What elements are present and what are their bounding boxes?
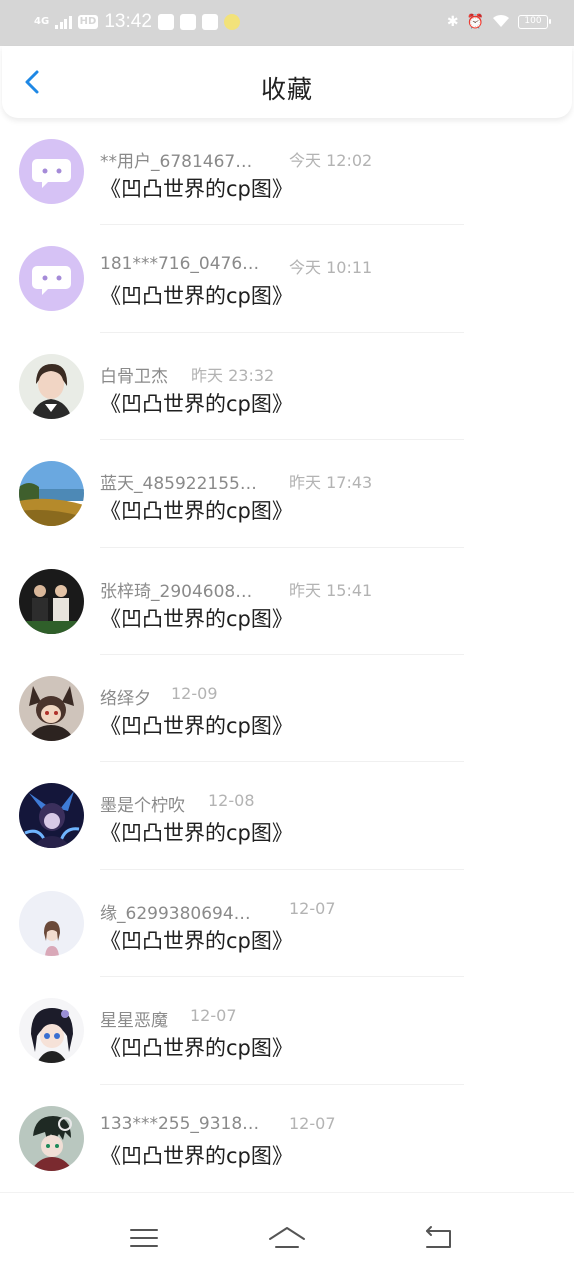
avatar	[19, 246, 84, 312]
clock: 13:42	[104, 11, 152, 32]
list-item[interactable]: **用户_6781467… 今天 12:02 《凹凸世界的cp图》	[0, 118, 574, 226]
item-title: 《凹凸世界的cp图》	[100, 606, 293, 631]
favorites-list: **用户_6781467… 今天 12:02 《凹凸世界的cp图》 181***…	[0, 118, 574, 1192]
notification-app-icon	[179, 14, 196, 30]
home-icon	[269, 1227, 305, 1248]
list-item[interactable]: 墨是个柠吹 12-08 《凹凸世界的cp图》	[0, 762, 574, 870]
page-title: 收藏	[260, 75, 313, 104]
user-name: 白骨卫杰	[100, 366, 168, 387]
item-title: 《凹凸世界的cp图》	[100, 1036, 293, 1061]
avatar	[19, 1105, 84, 1171]
menu-button[interactable]	[124, 1221, 164, 1255]
notification-search-icon	[201, 14, 218, 30]
user-name: 133***255_9318…	[100, 1113, 260, 1134]
status-bar: 4G HD 13:42 ✱ ⏰ 100	[0, 0, 574, 46]
app-header: 收藏	[2, 46, 572, 118]
list-item[interactable]: 缘_6299380694… 12-07 《凹凸世界的cp图》	[0, 870, 574, 978]
timestamp: 12-07	[190, 1006, 237, 1026]
notification-check-icon	[157, 14, 174, 30]
timestamp: 今天 10:11	[289, 258, 373, 278]
timestamp: 12-07	[289, 898, 336, 918]
list-item[interactable]: 白骨卫杰 昨天 23:32 《凹凸世界的cp图》	[0, 333, 574, 441]
user-name: 蓝天_485922155…	[100, 474, 257, 495]
menu-icon	[130, 1229, 158, 1247]
timestamp: 12-08	[208, 791, 255, 811]
item-title: 《凹凸世界的cp图》	[100, 1143, 293, 1168]
item-title: 《凹凸世界的cp图》	[100, 821, 293, 846]
user-name: 墨是个柠吹	[100, 796, 185, 817]
item-title: 《凹凸世界的cp图》	[100, 928, 293, 953]
signal-icon	[55, 15, 72, 29]
avatar	[19, 353, 84, 419]
wifi-icon	[492, 14, 510, 31]
system-nav-bar	[0, 1192, 574, 1281]
list-item[interactable]: 蓝天_485922155… 昨天 17:43 《凹凸世界的cp图》	[0, 440, 574, 548]
list-item[interactable]: 133***255_9318… 12-07 《凹凸世界的cp图》	[0, 1085, 574, 1192]
item-title: 《凹凸世界的cp图》	[100, 499, 293, 524]
list-item[interactable]: 181***716_0476… 今天 10:11 《凹凸世界的cp图》	[0, 225, 574, 333]
avatar	[19, 461, 84, 527]
item-title: 《凹凸世界的cp图》	[100, 177, 293, 201]
user-name: 缘_6299380694…	[100, 903, 251, 924]
user-name: **用户_6781467…	[100, 152, 253, 172]
list-item[interactable]: 星星恶魔 12-07 《凹凸世界的cp图》	[0, 977, 574, 1085]
timestamp: 今天 12:02	[289, 151, 373, 170]
timestamp: 12-07	[289, 1113, 336, 1133]
avatar	[19, 568, 84, 634]
notification-avatar-icon	[223, 14, 240, 30]
list-item[interactable]: 络绎夕 12-09 《凹凸世界的cp图》	[0, 655, 574, 763]
avatar	[19, 783, 84, 849]
alarm-icon: ⏰	[466, 14, 484, 30]
timestamp: 12-09	[171, 683, 218, 703]
avatar	[19, 139, 84, 204]
item-title: 《凹凸世界的cp图》	[100, 713, 293, 738]
back-icon	[426, 1226, 451, 1248]
item-title: 《凹凸世界的cp图》	[100, 284, 293, 309]
avatar	[19, 890, 84, 956]
timestamp: 昨天 17:43	[289, 473, 373, 493]
bluetooth-icon: ✱	[446, 14, 459, 30]
battery-icon: 100	[518, 15, 551, 29]
network-type: 4G	[34, 16, 50, 27]
list-item[interactable]: 张梓琦_2904608… 昨天 15:41 《凹凸世界的cp图》	[0, 548, 574, 655]
hd-badge: HD	[77, 15, 99, 29]
home-button[interactable]	[267, 1221, 307, 1255]
item-title: 《凹凸世界的cp图》	[100, 391, 293, 416]
avatar	[19, 998, 84, 1064]
timestamp: 昨天 15:41	[289, 580, 373, 600]
user-name: 星星恶魔	[100, 1011, 168, 1032]
user-name: 张梓琦_2904608…	[100, 581, 253, 602]
back-nav-button[interactable]	[418, 1221, 458, 1255]
timestamp: 昨天 23:32	[191, 365, 275, 385]
avatar	[19, 675, 84, 741]
user-name: 181***716_0476…	[100, 254, 260, 275]
user-name: 络绎夕	[100, 688, 151, 709]
